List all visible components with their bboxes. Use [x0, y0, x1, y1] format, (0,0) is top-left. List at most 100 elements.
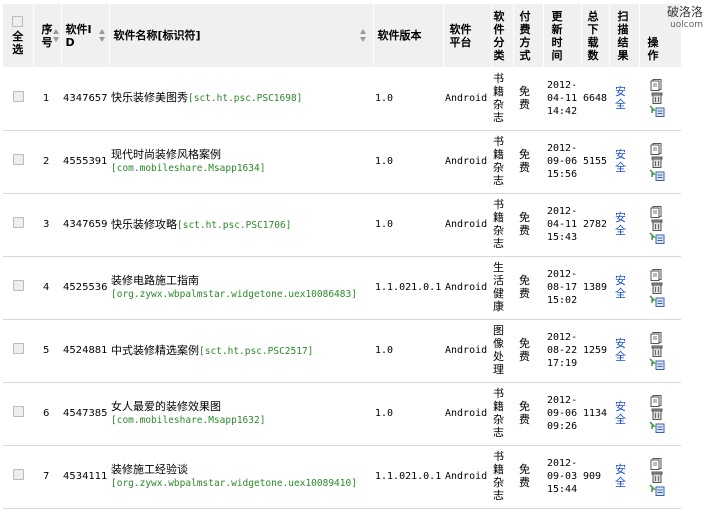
row-category-cell: 书籍杂志	[491, 67, 513, 130]
trash-icon[interactable]	[650, 345, 664, 357]
row-identifier: [org.zywx.wbpalmstar.widgetone.uex100864…	[111, 289, 357, 300]
export-icon[interactable]	[649, 294, 665, 307]
row-scan-result[interactable]: 安全	[615, 211, 627, 237]
row-payment-cell: 免费	[513, 319, 543, 382]
row-checkbox[interactable]	[12, 343, 24, 354]
row-downloads: 1259	[583, 345, 608, 356]
row-date: 2012-09-03	[547, 458, 578, 482]
software-name-header-label: 软件名称[标识符]	[113, 29, 201, 42]
watermark-title: 破洛洛	[666, 5, 703, 19]
row-identifier: [com.mobileshare.Msapp1634]	[111, 163, 266, 174]
row-checkbox[interactable]	[12, 280, 24, 291]
export-icon[interactable]	[649, 483, 665, 496]
row-checkbox[interactable]	[12, 217, 24, 228]
row-version: 1.0	[375, 345, 394, 356]
row-software-name[interactable]: 现代时尚装修风格案例	[111, 148, 221, 161]
row-update-time-cell: 2012-08-17 15:02	[543, 256, 581, 319]
row-software-name[interactable]: 装修电路施工指南	[111, 274, 199, 287]
table-row: 3 4347659 快乐装修攻略[sct.ht.psc.PSC1706] 1.0…	[3, 193, 681, 256]
row-downloads: 1389	[583, 282, 608, 293]
row-time: 17:19	[547, 358, 578, 369]
update-time-header: 更新时间	[543, 4, 582, 67]
row-software-id: 4347659	[63, 219, 108, 230]
export-icon[interactable]	[649, 105, 665, 118]
row-payment-cell: 免费	[513, 382, 543, 445]
row-scan-cell: 安全	[609, 319, 639, 382]
row-software-name-cell: 中式装修精选案例[sct.ht.psc.PSC2517]	[109, 319, 373, 382]
sort-arrows-icon[interactable]	[98, 28, 106, 44]
watermark-sub: uolcom	[670, 20, 703, 30]
row-checkbox[interactable]	[12, 406, 24, 417]
row-payment-cell: 免费	[513, 193, 543, 256]
row-payment-cell: 免费	[513, 67, 543, 130]
row-software-name[interactable]: 快乐装修美图秀	[111, 91, 188, 104]
export-icon[interactable]	[649, 357, 665, 370]
row-index: 5	[43, 345, 50, 356]
sort-arrows-icon[interactable]	[359, 28, 367, 44]
trash-icon[interactable]	[650, 156, 664, 168]
row-select-cell	[3, 193, 33, 256]
row-version: 1.0	[375, 156, 394, 167]
version-header-label: 软件版本	[377, 29, 422, 42]
row-scan-cell: 安全	[609, 193, 639, 256]
row-scan-cell: 安全	[609, 382, 639, 445]
select-all-checkbox[interactable]	[12, 15, 24, 27]
row-identifier: [sct.ht.psc.PSC1706]	[177, 219, 292, 231]
row-scan-result[interactable]: 安全	[615, 148, 627, 174]
copy-icon[interactable]	[650, 79, 664, 92]
row-scan-result[interactable]: 安全	[615, 274, 627, 300]
copy-icon[interactable]	[650, 394, 664, 407]
export-icon[interactable]	[649, 231, 665, 244]
copy-icon[interactable]	[650, 205, 664, 218]
trash-icon[interactable]	[650, 92, 664, 105]
row-platform: Android	[445, 156, 488, 167]
row-scan-result[interactable]: 安全	[615, 337, 627, 363]
trash-icon[interactable]	[650, 282, 664, 294]
row-software-name-cell: 快乐装修攻略[sct.ht.psc.PSC1706]	[109, 193, 373, 256]
row-software-name[interactable]: 快乐装修攻略	[111, 218, 177, 231]
row-identifier: [com.mobileshare.Msapp1632]	[111, 415, 266, 426]
row-scan-result[interactable]: 安全	[615, 463, 627, 489]
export-icon[interactable]	[649, 420, 665, 433]
update-time-header-label: 更新时间	[551, 9, 563, 62]
row-time: 15:02	[547, 295, 578, 306]
sort-arrows-icon[interactable]	[52, 28, 60, 44]
row-version: 1.1.021.0.1	[375, 282, 442, 293]
copy-icon[interactable]	[650, 268, 664, 281]
row-payment-cell: 免费	[513, 256, 543, 319]
row-downloads: 6648	[583, 92, 608, 104]
row-software-name[interactable]: 女人最爱的装修效果图	[111, 400, 221, 413]
row-category-cell: 书籍杂志	[491, 382, 513, 445]
row-software-name[interactable]: 装修施工经验谈	[111, 463, 188, 476]
row-date: 2012-08-17	[547, 269, 578, 293]
software-id-header[interactable]: 软件ID	[61, 4, 110, 67]
row-checkbox[interactable]	[12, 469, 24, 480]
copy-icon[interactable]	[650, 457, 664, 470]
export-icon[interactable]	[649, 168, 665, 181]
trash-icon[interactable]	[650, 219, 664, 231]
watermark: 破洛洛 uolcom	[667, 6, 703, 32]
row-category-cell: 书籍杂志	[491, 130, 513, 193]
trash-icon[interactable]	[650, 471, 664, 483]
row-version: 1.0	[375, 92, 394, 104]
row-identifier: [sct.ht.psc.PSC2517]	[199, 345, 314, 357]
row-select-cell	[3, 130, 33, 193]
row-time: 15:43	[547, 232, 578, 243]
row-scan-result[interactable]: 安全	[615, 400, 627, 426]
row-payment: 免费	[519, 211, 530, 237]
trash-icon[interactable]	[650, 408, 664, 420]
software-name-header[interactable]: 软件名称[标识符]	[109, 4, 374, 67]
row-scan-result[interactable]: 安全	[615, 85, 627, 111]
row-time: 09:26	[547, 421, 578, 432]
table-header-row: 全选 序号 软件ID 软件名称[标识符] 软件版本 软件平台 软件分类 付费方式…	[3, 4, 682, 67]
row-checkbox[interactable]	[12, 90, 24, 102]
row-checkbox[interactable]	[12, 154, 24, 165]
copy-icon[interactable]	[650, 142, 664, 155]
copy-icon[interactable]	[650, 331, 664, 344]
row-software-name[interactable]: 中式装修精选案例	[111, 344, 199, 357]
row-select-cell	[3, 319, 33, 382]
row-index: 6	[43, 408, 50, 419]
select-all-header: 全选	[3, 4, 34, 67]
index-header[interactable]: 序号	[33, 4, 62, 67]
row-software-id: 4547385	[63, 408, 108, 419]
